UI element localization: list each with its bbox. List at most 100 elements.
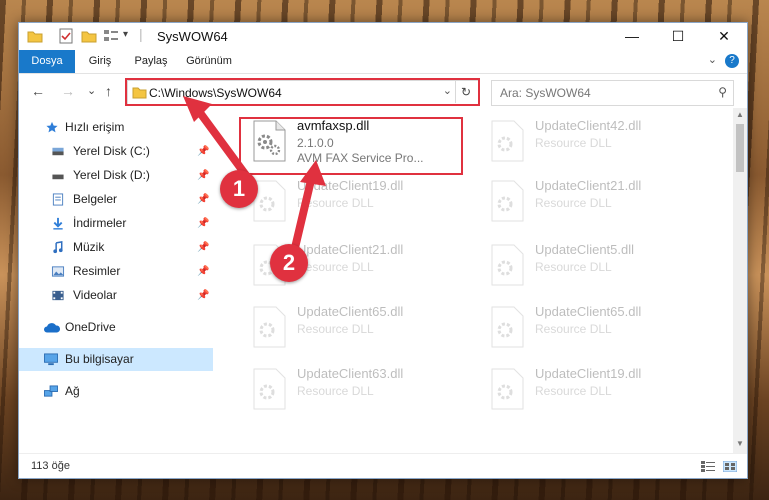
tiles-view-icon[interactable] <box>723 461 737 472</box>
ribbon-tabs: Dosya Giriş Paylaş Görünüm ⌄ ? <box>19 50 747 74</box>
forward-button[interactable]: → <box>61 83 75 99</box>
drive-icon <box>52 174 64 180</box>
sidebar-item-label: Resimler <box>73 264 121 278</box>
title-bar: ▾ | SysWOW64 — ☐ ✕ <box>19 23 747 50</box>
dll-file-icon <box>491 120 524 162</box>
file-description: Resource DLL <box>297 196 374 210</box>
help-icon[interactable]: ? <box>725 54 739 68</box>
file-description: Resource DLL <box>535 384 612 398</box>
pin-icon[interactable]: 📌 <box>197 260 209 283</box>
file-name: UpdateClient42.dll <box>535 118 642 133</box>
file-description: Resource DLL <box>297 260 374 274</box>
sidebar-item-disk-d[interactable]: Yerel Disk (D:) 📌 <box>19 164 213 187</box>
explorer-window: ▾ | SysWOW64 — ☐ ✕ Dosya Giriş Paylaş Gö… <box>18 22 748 479</box>
sidebar-item-onedrive[interactable]: OneDrive <box>19 316 213 339</box>
dll-file-icon <box>491 368 524 410</box>
customize-icon[interactable] <box>103 28 119 44</box>
dll-file-icon <box>253 368 286 410</box>
documents-icon <box>52 193 64 206</box>
file-name: UpdateClient21.dll <box>535 178 642 193</box>
recent-locations-button[interactable]: ⌄ <box>87 84 96 97</box>
callout-badge-1: 1 <box>220 170 258 208</box>
folder-icon <box>27 31 43 43</box>
sidebar-item-label: Videolar <box>73 288 117 302</box>
sidebar-item-label: İndirmeler <box>73 216 127 230</box>
cloud-icon <box>44 323 61 333</box>
dll-file-icon <box>491 306 524 348</box>
computer-icon <box>44 353 58 366</box>
sidebar-item-label: Ağ <box>65 384 80 398</box>
pin-icon[interactable]: 📌 <box>197 140 209 163</box>
new-folder-icon[interactable] <box>81 28 97 44</box>
sidebar-item-disk-c[interactable]: Yerel Disk (C:) 📌 <box>19 140 213 163</box>
tab-gorunum[interactable]: Görünüm <box>181 50 237 73</box>
file-name: UpdateClient5.dll <box>535 242 635 257</box>
tab-dosya[interactable]: Dosya <box>19 50 75 73</box>
drive-icon <box>52 147 64 156</box>
sidebar-item-label: Bu bilgisayar <box>65 352 134 366</box>
file-item[interactable]: UpdateClient65.dll Resource DLL <box>241 300 471 358</box>
file-description: Resource DLL <box>535 196 612 210</box>
ribbon-expand-icon[interactable]: ⌄ <box>708 53 717 66</box>
close-button[interactable]: ✕ <box>701 23 747 50</box>
dll-file-icon <box>253 306 286 348</box>
status-bar: 113 öğe <box>19 453 747 478</box>
tab-paylas[interactable]: Paylaş <box>129 50 173 73</box>
sidebar-item-this-pc[interactable]: Bu bilgisayar <box>19 348 213 371</box>
file-item[interactable]: UpdateClient65.dll Resource DLL <box>479 300 709 358</box>
details-view-icon[interactable] <box>701 461 715 472</box>
sidebar-item-label: Yerel Disk (D:) <box>73 168 150 182</box>
scroll-thumb[interactable] <box>736 124 744 172</box>
sidebar-item-label: OneDrive <box>65 320 116 334</box>
pin-icon[interactable]: 📌 <box>197 188 209 211</box>
file-name: UpdateClient65.dll <box>535 304 642 319</box>
scroll-down-arrow[interactable]: ▼ <box>735 439 745 448</box>
back-button[interactable]: ← <box>31 83 45 99</box>
sidebar-item-network[interactable]: Ağ <box>19 380 213 403</box>
quick-access-dropdown[interactable]: ▾ <box>123 29 128 45</box>
file-item[interactable]: UpdateClient19.dll Resource DLL <box>479 362 709 420</box>
sidebar-item-label: Hızlı erişim <box>65 120 125 134</box>
search-placeholder[interactable]: Ara: SysWOW64 <box>500 86 591 100</box>
sidebar-item-videos[interactable]: Videolar 📌 <box>19 284 213 307</box>
file-highlight-box <box>239 117 463 175</box>
search-icon[interactable]: ⚲ <box>718 85 727 99</box>
file-name: UpdateClient21.dll <box>297 242 404 257</box>
dll-file-icon <box>491 244 524 286</box>
sidebar-item-music[interactable]: Müzik 📌 <box>19 236 213 259</box>
title-separator: | <box>139 26 143 42</box>
file-description: Resource DLL <box>535 136 612 150</box>
file-item[interactable]: UpdateClient63.dll Resource DLL <box>241 362 471 420</box>
pin-icon[interactable]: 📌 <box>197 212 209 235</box>
music-icon <box>53 241 63 254</box>
search-box[interactable]: Ara: SysWOW64 ⚲ <box>491 80 734 106</box>
pin-icon[interactable]: 📌 <box>197 236 209 259</box>
sidebar-item-pictures[interactable]: Resimler 📌 <box>19 260 213 283</box>
up-button[interactable]: ↑ <box>105 83 112 99</box>
file-name: UpdateClient65.dll <box>297 304 404 319</box>
item-count: 113 öğe <box>31 460 70 472</box>
pin-icon[interactable]: 📌 <box>197 164 209 187</box>
file-description: Resource DLL <box>535 260 612 274</box>
star-icon <box>46 121 58 133</box>
pin-icon[interactable]: 📌 <box>197 284 209 307</box>
sidebar-item-quick-access[interactable]: Hızlı erişim <box>19 116 213 139</box>
sidebar-item-label: Müzik <box>73 240 105 254</box>
file-item[interactable]: UpdateClient19.dll Resource DLL <box>241 174 471 232</box>
tab-giris[interactable]: Giriş <box>81 50 119 73</box>
file-description: Resource DLL <box>297 322 374 336</box>
vertical-scrollbar[interactable]: ▲ ▼ <box>733 108 747 453</box>
file-item[interactable]: UpdateClient5.dll Resource DLL <box>479 238 709 296</box>
properties-icon[interactable] <box>59 28 73 44</box>
maximize-button[interactable]: ☐ <box>655 23 701 50</box>
dll-file-icon <box>491 180 524 222</box>
scroll-up-arrow[interactable]: ▲ <box>735 110 745 119</box>
minimize-button[interactable]: — <box>609 23 655 50</box>
videos-icon <box>52 290 64 301</box>
file-item[interactable]: UpdateClient42.dll Resource DLL <box>479 114 709 172</box>
sidebar-item-label: Yerel Disk (C:) <box>73 144 150 158</box>
sidebar-item-downloads[interactable]: İndirmeler 📌 <box>19 212 213 235</box>
navigation-pane: Hızlı erişim Yerel Disk (C:) 📌 Yerel Dis… <box>19 108 213 453</box>
sidebar-item-documents[interactable]: Belgeler 📌 <box>19 188 213 211</box>
file-item[interactable]: UpdateClient21.dll Resource DLL <box>479 174 709 232</box>
